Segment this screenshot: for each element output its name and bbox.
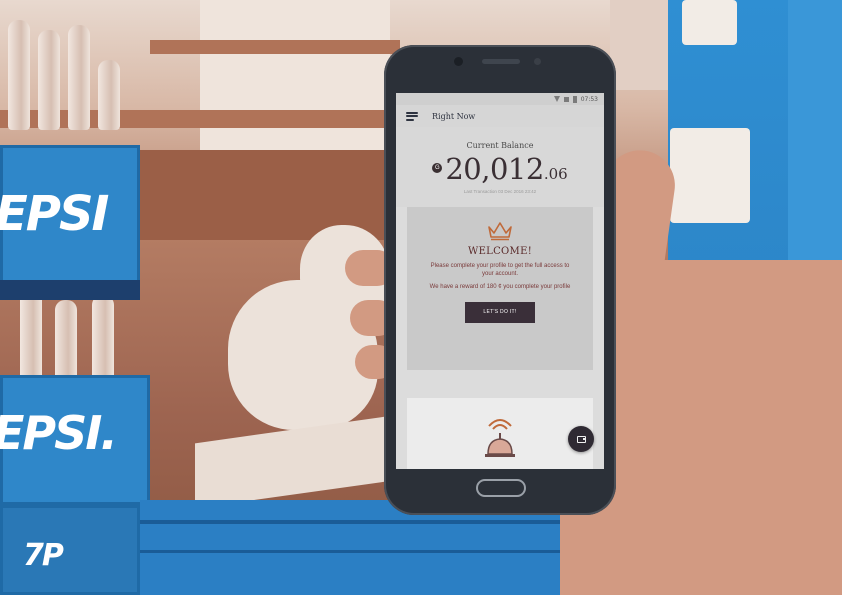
welcome-card: WELCOME! Please complete your profile to… xyxy=(407,207,593,370)
proximity-sensor xyxy=(534,58,541,65)
shelf-beam xyxy=(150,40,400,54)
bottle xyxy=(55,300,77,380)
balance-section: Current Balance G 20,012 .06 Last Transa… xyxy=(396,127,604,207)
status-time: 07:53 xyxy=(580,95,598,103)
front-camera xyxy=(454,57,463,66)
bell-icon xyxy=(485,419,515,457)
crown-icon xyxy=(488,222,512,241)
lets-do-it-button[interactable]: LET'S DO IT! xyxy=(465,301,535,323)
shelf-beam xyxy=(0,110,400,128)
pepsi-crate: EPSI. xyxy=(0,375,150,505)
bottle xyxy=(38,30,60,130)
last-transaction: Last Transaction 03 Dec 2016 23:42 xyxy=(463,189,537,194)
shelf-back xyxy=(140,150,400,240)
bottle xyxy=(92,295,114,380)
earpiece-speaker xyxy=(482,59,520,64)
app-screen: 07:53 Right Now Current Balance G 20,012… xyxy=(396,93,604,469)
basket-rim xyxy=(140,550,560,553)
wifi-icon xyxy=(563,96,569,102)
smartphone: 07:53 Right Now Current Balance G 20,012… xyxy=(384,45,616,515)
bottle xyxy=(98,60,120,130)
balance-cents: .06 xyxy=(543,165,568,183)
basket-rim xyxy=(140,520,560,524)
balance-label: Current Balance xyxy=(466,141,534,150)
offers-card[interactable] xyxy=(407,398,593,469)
balance-main: 20,012 xyxy=(445,152,544,186)
reward-message: We have a reward of 180 ¢ you complete y… xyxy=(429,284,571,290)
crate-logo-text: EPSI xyxy=(0,186,109,242)
status-bar: 07:53 xyxy=(396,93,604,105)
battery-icon xyxy=(572,95,577,103)
crate-logo-text: 7P xyxy=(23,538,64,573)
seven-up-crate: 7P xyxy=(0,505,140,595)
welcome-message: Please complete your profile to get the … xyxy=(430,263,570,277)
poster xyxy=(670,128,750,223)
signal-icon xyxy=(553,96,560,102)
pepsi-crate: EPSI xyxy=(0,145,140,285)
balance-amount: G 20,012 .06 xyxy=(396,152,604,186)
wallet-icon xyxy=(576,435,586,443)
wallet-fab[interactable] xyxy=(568,426,594,452)
poster xyxy=(682,0,737,45)
crate-shadow xyxy=(0,280,140,300)
home-button[interactable] xyxy=(476,479,526,497)
bottle xyxy=(68,25,90,130)
welcome-title: WELCOME! xyxy=(467,246,533,257)
bottle xyxy=(8,20,30,130)
menu-icon[interactable] xyxy=(406,111,418,121)
currency-icon: G xyxy=(432,163,443,173)
app-title: Right Now xyxy=(432,111,476,121)
app-bar: Right Now xyxy=(396,105,604,127)
bottle xyxy=(20,290,42,380)
crate-logo-text: EPSI. xyxy=(0,406,118,460)
